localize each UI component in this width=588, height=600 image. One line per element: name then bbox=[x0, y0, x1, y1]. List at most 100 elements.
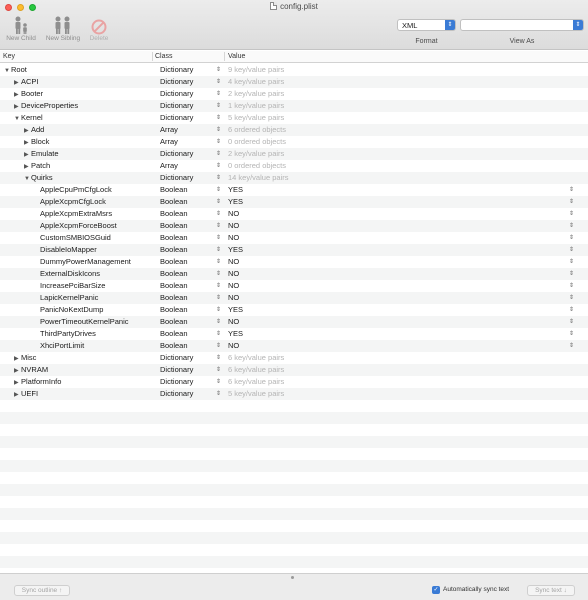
row-class[interactable]: Boolean bbox=[160, 316, 188, 328]
outline-row[interactable]: ▶ DeviceProperties Dictionary ⇕ 1 key/value … bbox=[0, 100, 588, 112]
row-class[interactable]: Dictionary bbox=[160, 352, 193, 364]
row-value[interactable]: NO bbox=[228, 268, 239, 280]
outline-row[interactable]: ExternalDiskIcons Boolean ⇕ NO ⇕ bbox=[0, 268, 588, 280]
row-value[interactable]: YES bbox=[228, 196, 243, 208]
class-stepper-icon[interactable]: ⇕ bbox=[216, 148, 221, 160]
row-key-text[interactable]: IncreasePciBarSize bbox=[40, 281, 105, 290]
sync-outline-button[interactable]: Sync outline ↑ bbox=[14, 585, 70, 596]
value-stepper-icon[interactable]: ⇕ bbox=[569, 280, 574, 292]
row-value[interactable]: NO bbox=[228, 340, 239, 352]
value-stepper-icon[interactable]: ⇕ bbox=[569, 256, 574, 268]
class-stepper-icon[interactable]: ⇕ bbox=[216, 172, 221, 184]
outline-row[interactable]: ▶ PlatformInfo Dictionary ⇕ 6 key/value pair… bbox=[0, 376, 588, 388]
row-key-text[interactable]: AppleCpuPmCfgLock bbox=[40, 185, 112, 194]
row-key-text[interactable]: DummyPowerManagement bbox=[40, 257, 131, 266]
class-stepper-icon[interactable]: ⇕ bbox=[216, 244, 221, 256]
row-class[interactable]: Boolean bbox=[160, 232, 188, 244]
outline-row[interactable]: ▼Root Dictionary ⇕ 9 key/value pairs bbox=[0, 64, 588, 76]
row-class[interactable]: Boolean bbox=[160, 292, 188, 304]
view-as-select[interactable]: ⇕ bbox=[460, 19, 584, 31]
row-class[interactable]: Boolean bbox=[160, 244, 188, 256]
class-stepper-icon[interactable]: ⇕ bbox=[216, 220, 221, 232]
outline-row[interactable]: IncreasePciBarSize Boolean ⇕ NO ⇕ bbox=[0, 280, 588, 292]
outline-row[interactable]: PanicNoKextDump Boolean ⇕ YES ⇕ bbox=[0, 304, 588, 316]
outline-row[interactable]: AppleXcpmCfgLock Boolean ⇕ YES ⇕ bbox=[0, 196, 588, 208]
row-key-text[interactable]: PowerTimeoutKernelPanic bbox=[40, 317, 129, 326]
value-stepper-icon[interactable]: ⇕ bbox=[569, 340, 574, 352]
row-value[interactable]: NO bbox=[228, 220, 239, 232]
outline-row[interactable]: ▶ Misc Dictionary ⇕ 6 key/value pairs bbox=[0, 352, 588, 364]
outline-row[interactable]: ▶ Add Array ⇕ 6 ordered objects bbox=[0, 124, 588, 136]
row-key-text[interactable]: ThirdPartyDrives bbox=[40, 329, 96, 338]
column-divider[interactable] bbox=[224, 52, 225, 61]
outline-row[interactable]: ▶ Patch Array ⇕ 0 ordered objects bbox=[0, 160, 588, 172]
outline-row[interactable]: AppleXcpmForceBoost Boolean ⇕ NO ⇕ bbox=[0, 220, 588, 232]
row-class[interactable]: Boolean bbox=[160, 340, 188, 352]
row-value[interactable]: NO bbox=[228, 316, 239, 328]
outline-row[interactable]: LapicKernelPanic Boolean ⇕ NO ⇕ bbox=[0, 292, 588, 304]
new-sibling-button[interactable]: New Sibling bbox=[42, 15, 84, 42]
outline-row[interactable]: ▶ UEFI Dictionary ⇕ 5 key/value pairs bbox=[0, 388, 588, 400]
row-class[interactable]: Dictionary bbox=[160, 112, 193, 124]
row-class[interactable]: Array bbox=[160, 124, 178, 136]
class-stepper-icon[interactable]: ⇕ bbox=[216, 388, 221, 400]
row-class[interactable]: Dictionary bbox=[160, 64, 193, 76]
outline-row[interactable]: XhciPortLimit Boolean ⇕ NO ⇕ bbox=[0, 340, 588, 352]
outline-row[interactable]: ▶ ACPI Dictionary ⇕ 4 key/value pairs bbox=[0, 76, 588, 88]
new-child-button[interactable]: New Child bbox=[2, 15, 40, 42]
value-stepper-icon[interactable]: ⇕ bbox=[569, 328, 574, 340]
row-key-text[interactable]: Quirks bbox=[31, 173, 53, 182]
value-stepper-icon[interactable]: ⇕ bbox=[569, 184, 574, 196]
row-key-text[interactable]: Kernel bbox=[21, 113, 43, 122]
row-key-text[interactable]: Block bbox=[31, 137, 49, 146]
row-value[interactable]: YES bbox=[228, 184, 243, 196]
format-select[interactable]: XML ⇕ bbox=[397, 19, 456, 31]
row-class[interactable]: Boolean bbox=[160, 220, 188, 232]
class-stepper-icon[interactable]: ⇕ bbox=[216, 340, 221, 352]
row-class[interactable]: Dictionary bbox=[160, 88, 193, 100]
class-stepper-icon[interactable]: ⇕ bbox=[216, 160, 221, 172]
row-key-text[interactable]: Booter bbox=[21, 89, 43, 98]
row-class[interactable]: Array bbox=[160, 160, 178, 172]
row-key-text[interactable]: PlatformInfo bbox=[21, 377, 61, 386]
row-class[interactable]: Dictionary bbox=[160, 100, 193, 112]
value-stepper-icon[interactable]: ⇕ bbox=[569, 232, 574, 244]
value-stepper-icon[interactable]: ⇕ bbox=[569, 316, 574, 328]
outline-row[interactable]: ▶ Emulate Dictionary ⇕ 2 key/value pairs bbox=[0, 148, 588, 160]
class-stepper-icon[interactable]: ⇕ bbox=[216, 64, 221, 76]
class-stepper-icon[interactable]: ⇕ bbox=[216, 184, 221, 196]
row-class[interactable]: Boolean bbox=[160, 256, 188, 268]
row-key-text[interactable]: LapicKernelPanic bbox=[40, 293, 98, 302]
class-stepper-icon[interactable]: ⇕ bbox=[216, 124, 221, 136]
row-key-text[interactable]: NVRAM bbox=[21, 365, 48, 374]
class-stepper-icon[interactable]: ⇕ bbox=[216, 112, 221, 124]
row-class[interactable]: Boolean bbox=[160, 328, 188, 340]
row-class[interactable]: Boolean bbox=[160, 208, 188, 220]
row-key-text[interactable]: Root bbox=[11, 65, 27, 74]
class-stepper-icon[interactable]: ⇕ bbox=[216, 328, 221, 340]
row-key-text[interactable]: CustomSMBIOSGuid bbox=[40, 233, 111, 242]
outline-row[interactable]: PowerTimeoutKernelPanic Boolean ⇕ NO ⇕ bbox=[0, 316, 588, 328]
row-key-text[interactable]: Patch bbox=[31, 161, 50, 170]
class-stepper-icon[interactable]: ⇕ bbox=[216, 232, 221, 244]
class-stepper-icon[interactable]: ⇕ bbox=[216, 364, 221, 376]
outline-row[interactable]: ▼Kernel Dictionary ⇕ 5 key/value pairs bbox=[0, 112, 588, 124]
split-handle[interactable] bbox=[291, 576, 294, 579]
row-key-text[interactable]: ACPI bbox=[21, 77, 39, 86]
row-class[interactable]: Dictionary bbox=[160, 364, 193, 376]
row-class[interactable]: Boolean bbox=[160, 184, 188, 196]
class-stepper-icon[interactable]: ⇕ bbox=[216, 316, 221, 328]
value-stepper-icon[interactable]: ⇕ bbox=[569, 196, 574, 208]
row-key-text[interactable]: Misc bbox=[21, 353, 36, 362]
class-column-header[interactable]: Class bbox=[155, 53, 173, 60]
column-divider[interactable] bbox=[152, 52, 153, 61]
row-class[interactable]: Boolean bbox=[160, 280, 188, 292]
class-stepper-icon[interactable]: ⇕ bbox=[216, 136, 221, 148]
row-value[interactable]: NO bbox=[228, 232, 239, 244]
class-stepper-icon[interactable]: ⇕ bbox=[216, 268, 221, 280]
auto-sync-checkbox[interactable]: ✓ bbox=[432, 586, 440, 594]
row-class[interactable]: Dictionary bbox=[160, 376, 193, 388]
row-key-text[interactable]: ExternalDiskIcons bbox=[40, 269, 100, 278]
row-key-text[interactable]: Add bbox=[31, 125, 44, 134]
row-key-text[interactable]: DeviceProperties bbox=[21, 101, 78, 110]
